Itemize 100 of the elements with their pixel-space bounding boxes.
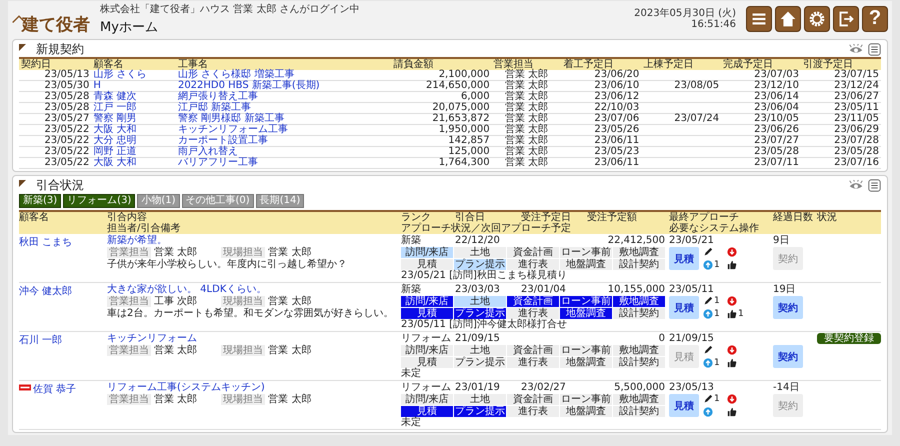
table-cell: 23/05/22 <box>19 124 92 136</box>
step-button[interactable]: 地盤調査 <box>560 308 612 319</box>
step-button[interactable]: 敷地調査 <box>613 296 665 307</box>
step-button[interactable]: 進行表 <box>507 308 559 319</box>
step-button[interactable]: 敷地調査 <box>613 247 665 258</box>
step-button[interactable]: 訪問/来店 <box>401 296 453 307</box>
step-button[interactable]: 進行表 <box>507 357 559 368</box>
filter-tab[interactable]: リフォーム(3) <box>63 194 136 208</box>
menu-button[interactable] <box>746 6 772 32</box>
step-button[interactable]: 訪問/来店 <box>401 345 453 356</box>
table-link[interactable]: 2022HD0 HBS 新築工事(長期) <box>178 80 320 91</box>
step-button[interactable]: 設計契約 <box>613 357 665 368</box>
customer-link[interactable]: 佐賀 恭子 <box>33 382 76 396</box>
table-link[interactable]: 江戸邸 新築工事 <box>178 102 252 113</box>
step-button[interactable]: 資金計画 <box>507 296 559 307</box>
thumbs-up-icon[interactable] <box>727 358 737 368</box>
step-button[interactable]: 資金計画 <box>507 247 559 258</box>
pencil-icon[interactable] <box>703 394 713 404</box>
step-button[interactable]: ローン事前 <box>560 394 612 405</box>
step-button[interactable]: ローン事前 <box>560 296 612 307</box>
customer-link[interactable]: 沖今 健太郎 <box>19 284 72 298</box>
inquiry-link[interactable]: リフォーム工事(システムキッチン) <box>107 382 397 393</box>
step-button[interactable]: 土地 <box>454 247 506 258</box>
table-cell: 営業 太郎 <box>492 124 562 136</box>
step-button[interactable]: 見積 <box>401 308 453 319</box>
table-link[interactable]: 山形 さくら <box>93 69 147 80</box>
step-button[interactable]: ローン事前 <box>560 247 612 258</box>
step-button[interactable]: 土地 <box>454 394 506 405</box>
estimate-button[interactable]: 見積 <box>669 247 699 270</box>
home-button[interactable] <box>775 6 801 32</box>
step-button[interactable]: 進行表 <box>507 259 559 270</box>
step-button[interactable]: 資金計画 <box>507 394 559 405</box>
help-button[interactable]: ? <box>862 6 888 32</box>
step-button[interactable]: プラン提示 <box>454 308 506 319</box>
step-button[interactable]: 地盤調査 <box>560 259 612 270</box>
step-button[interactable]: 見積 <box>401 259 453 270</box>
down-arrow-icon[interactable] <box>727 345 737 356</box>
pencil-icon[interactable] <box>703 247 713 258</box>
table-link[interactable]: 岡野 正道 <box>93 146 137 157</box>
table-link[interactable]: H <box>93 80 101 91</box>
table-link[interactable]: カーポート設置工事 <box>178 135 268 146</box>
settings-button[interactable] <box>804 6 830 32</box>
filter-tab[interactable]: 新築(3) <box>19 194 62 208</box>
table-link[interactable]: 網戸張り替え工事 <box>178 91 258 102</box>
step-button[interactable]: 設計契約 <box>613 259 665 270</box>
inquiry-link[interactable]: 新築が希望。 <box>107 235 397 246</box>
eye-icon[interactable] <box>848 44 864 54</box>
list-icon[interactable] <box>868 42 881 56</box>
step-button[interactable]: ローン事前 <box>560 345 612 356</box>
column-header: 工事名 <box>176 58 392 70</box>
thumbs-up-icon[interactable] <box>727 308 737 319</box>
step-button[interactable]: 訪問/来店 <box>401 247 453 258</box>
step-button[interactable]: 見積 <box>401 406 453 417</box>
pencil-icon[interactable] <box>703 345 713 356</box>
staff-name: 工事 次郎 <box>154 296 198 307</box>
step-button[interactable]: 設計契約 <box>613 406 665 417</box>
table-link[interactable]: キッチンリフォーム工事 <box>178 124 288 135</box>
table-cell: 23/05/27 <box>19 114 92 124</box>
customer-link[interactable]: 石川 一郎 <box>19 333 62 347</box>
step-button[interactable]: プラン提示 <box>454 259 506 270</box>
step-button[interactable]: プラン提示 <box>454 406 506 417</box>
step-button[interactable]: 土地 <box>454 345 506 356</box>
table-link[interactable]: 警察 剛男様邸 新築工事 <box>178 113 284 124</box>
table-link[interactable]: 大分 忠明 <box>93 135 137 146</box>
contract-button[interactable]: 契約 <box>773 296 803 319</box>
down-arrow-icon[interactable] <box>727 247 737 258</box>
customer-link[interactable]: 秋田 こまち <box>19 235 72 249</box>
table-link[interactable]: 青森 健次 <box>93 91 137 102</box>
thumbs-up-icon[interactable] <box>727 260 737 270</box>
estimate-button[interactable]: 見積 <box>669 296 699 319</box>
list-icon[interactable] <box>868 178 881 192</box>
step-button[interactable]: 進行表 <box>507 406 559 417</box>
table-link[interactable]: 江戸 一郎 <box>93 102 137 113</box>
step-button[interactable]: 土地 <box>454 296 506 307</box>
down-arrow-icon[interactable] <box>727 296 737 306</box>
step-button[interactable]: 訪問/来店 <box>401 394 453 405</box>
thumbs-up-icon[interactable] <box>727 406 737 417</box>
down-arrow-icon[interactable] <box>727 394 737 404</box>
contract-button[interactable]: 契約 <box>773 345 803 368</box>
role-label: 現場担当 <box>221 296 266 307</box>
estimate-button[interactable]: 見積 <box>669 394 699 417</box>
step-button[interactable]: 資金計画 <box>507 345 559 356</box>
inquiry-link[interactable]: キッチンリフォーム <box>107 333 397 344</box>
eye-icon[interactable] <box>848 180 864 190</box>
step-button[interactable]: 敷地調査 <box>613 345 665 356</box>
step-button[interactable]: 設計契約 <box>613 308 665 319</box>
logout-button[interactable] <box>833 6 859 32</box>
table-link[interactable]: 大阪 大和 <box>93 157 137 168</box>
table-link[interactable]: 警察 剛男 <box>93 113 137 124</box>
step-button[interactable]: プラン提示 <box>454 357 506 368</box>
step-button[interactable]: 見積 <box>401 357 453 368</box>
pencil-icon[interactable] <box>703 296 713 306</box>
table-link[interactable]: 山形 さくら様邸 増築工事 <box>178 69 294 80</box>
step-button[interactable]: 地盤調査 <box>560 406 612 417</box>
table-link[interactable]: 大阪 大和 <box>93 124 137 135</box>
table-link[interactable]: 雨戸入れ替え <box>178 146 238 157</box>
table-link[interactable]: バリアフリー工事 <box>178 157 258 168</box>
inquiry-link[interactable]: 大きな家が欲しい。 4LDKくらい。 <box>107 284 397 295</box>
step-button[interactable]: 地盤調査 <box>560 357 612 368</box>
step-button[interactable]: 敷地調査 <box>613 394 665 405</box>
